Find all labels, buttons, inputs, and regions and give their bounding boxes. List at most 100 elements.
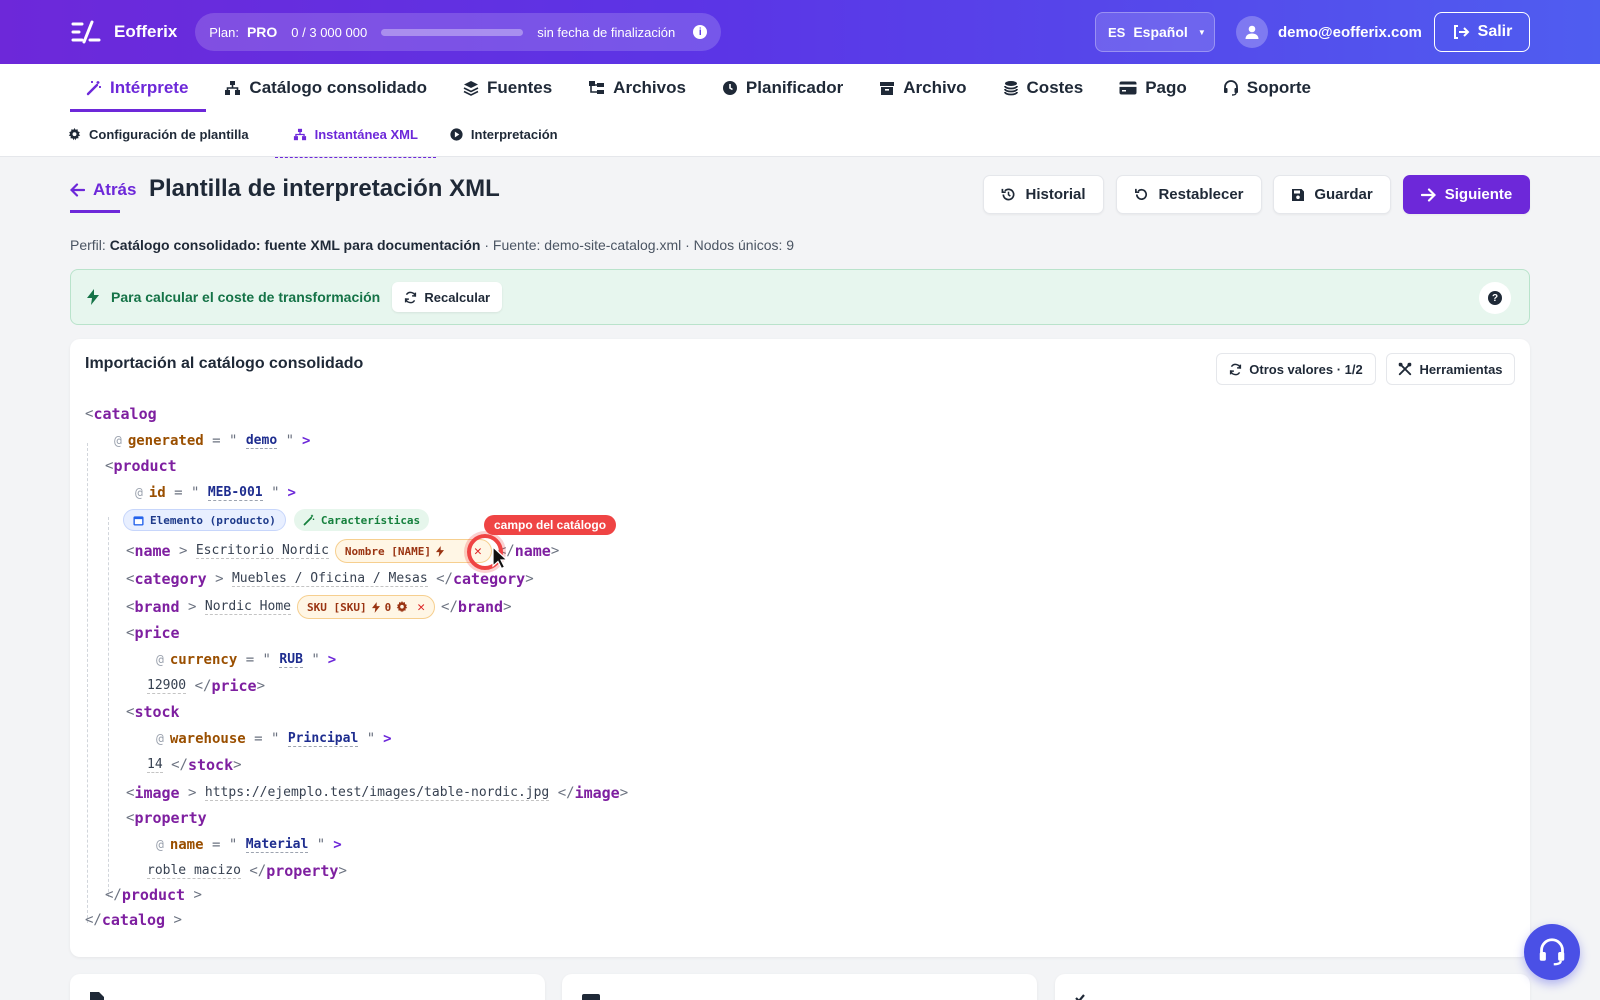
closing-tag-name: stock (187, 756, 234, 774)
gear-icon[interactable] (396, 601, 408, 613)
nav-item-archivo[interactable]: Archivo (861, 64, 984, 112)
xml-closing-catalog[interactable]: </catalog > (85, 909, 182, 931)
chip-count: 0 (384, 600, 392, 614)
xml-node-product[interactable]: < product (105, 455, 177, 477)
features-badge[interactable]: Características (293, 509, 430, 531)
next-button[interactable]: Siguiente (1403, 175, 1530, 214)
plan-usage: 0 / 3 000 000 (291, 24, 368, 40)
xml-node-price[interactable]: < price (126, 622, 180, 644)
xml-node-catalog[interactable]: < catalog (85, 403, 157, 425)
nav-item-soporte[interactable]: Soporte (1205, 64, 1329, 112)
xml-closing-product[interactable]: </product > (105, 884, 202, 906)
nav-item-label: Archivos (613, 78, 686, 97)
node-text: 12900 (147, 678, 187, 694)
tab-label: Configuración de plantilla (89, 126, 249, 142)
tab-label: Interpretación (470, 126, 558, 142)
user-menu[interactable]: demo@eofferix.com (1236, 14, 1422, 50)
nav-item-fuentes[interactable]: Fuentes (445, 64, 570, 112)
xml-attribute[interactable]: @ generated = " demo " > (114, 430, 310, 452)
tooltip: campo del catálogo (484, 515, 617, 535)
recalculate-label: Recalcular (424, 289, 491, 305)
nav-item-catalogo[interactable]: Catálogo consolidado (206, 64, 445, 112)
plan-label: Plan: (209, 24, 239, 40)
clock-icon (722, 81, 737, 95)
tab-instantanea-xml[interactable]: Instantánea XML (274, 112, 437, 158)
nav-item-interprete[interactable]: Intérprete (70, 64, 207, 112)
magic-wand-icon (86, 81, 101, 96)
check-list-icon (1075, 994, 1085, 1000)
attr-value: MEB-001 (207, 485, 263, 501)
xml-attribute[interactable]: @ warehouse = " Principal " > (156, 728, 392, 750)
closing-tag-name: brand (457, 598, 504, 616)
node-text: roble macizo (147, 863, 241, 879)
nav-item-label: Soporte (1246, 78, 1312, 97)
card-icon (582, 994, 600, 1000)
recalculate-button[interactable]: Recalcular (392, 282, 503, 312)
headset-icon (1223, 80, 1238, 96)
xml-node-stock[interactable]: < stock (126, 701, 180, 723)
node-text: Muebles / Oficina / Mesas (231, 571, 428, 587)
features-badge-label: Características (320, 513, 421, 527)
plan-usage-bar (381, 28, 524, 36)
app-name: Eofferix (114, 22, 178, 41)
xml-node-image[interactable]: < image > https://ejemplo.test/images/tab… (126, 780, 628, 806)
gear-icon (68, 127, 81, 140)
xml-node-brand[interactable]: < brand > Nordic Home SKU [SKU] 0 ✕ </brand… (126, 594, 512, 620)
history-icon (1002, 188, 1015, 201)
chevron-down-icon: ▼ (1197, 27, 1206, 37)
mapping-chip[interactable]: SKU [SKU] 0 ✕ (296, 595, 436, 619)
info-icon[interactable]: i (693, 25, 708, 39)
node-text: Escritorio Nordic (195, 543, 329, 559)
nav-item-planificador[interactable]: Planificador (704, 64, 861, 112)
support-chat-button[interactable] (1524, 924, 1580, 980)
nav-item-label: Fuentes (486, 78, 553, 97)
layers-icon (463, 81, 479, 96)
tab-label: Instantánea XML (314, 126, 418, 142)
undo-icon (1135, 188, 1148, 200)
tab-configuracion-plantilla[interactable]: Configuración de plantilla (68, 112, 275, 157)
element-badge[interactable]: Elemento (producto) (123, 509, 286, 531)
attr-name: currency (169, 652, 238, 668)
xml-node-category[interactable]: < category > Muebles / Oficina / Mesas </… (126, 566, 534, 592)
tag-name: property (134, 809, 207, 827)
node-text: 14 (147, 757, 163, 773)
nav-item-pago[interactable]: Pago (1101, 64, 1205, 112)
xml-node-text[interactable]: 12900 </price > (147, 675, 265, 697)
tree-guide (108, 517, 109, 897)
plan-expiry: sin fecha de finalización (537, 24, 676, 40)
xml-node-text[interactable]: roble macizo </property > (147, 860, 347, 882)
language-code: ES (1108, 24, 1126, 40)
profile-info: Perfil: Catálogo consolidado: fuente XML… (70, 237, 794, 253)
back-link[interactable]: Atrás (70, 180, 136, 200)
xml-attribute[interactable]: @ currency = " RUB " > (156, 649, 336, 671)
remove-mapping-icon[interactable]: ✕ (417, 600, 425, 615)
back-underline (70, 210, 120, 213)
magic-wand-icon (303, 514, 315, 526)
save-button[interactable]: Guardar (1273, 175, 1391, 214)
xml-node-text[interactable]: 14 </stock > (147, 754, 242, 776)
nav-item-label: Costes (1026, 78, 1084, 97)
xml-attribute[interactable]: @ id = " MEB-001 " > (135, 482, 296, 504)
tag-name: price (134, 624, 180, 642)
sitemap-icon (293, 128, 306, 140)
tree-guide (87, 443, 88, 923)
tab-interpretacion[interactable]: Interpretación (436, 112, 572, 157)
language-selector[interactable]: ES Español ▼ (1095, 12, 1215, 52)
chip-label: Nombre [NAME] (344, 544, 432, 558)
reset-button[interactable]: Restablecer (1116, 175, 1262, 214)
history-label: Historial (1025, 186, 1086, 203)
xml-node-property[interactable]: < property (126, 807, 207, 829)
logout-button[interactable]: Salir (1434, 12, 1530, 52)
refresh-icon (405, 291, 417, 303)
help-button[interactable]: ? (1479, 282, 1511, 314)
profile-source: · Fuente: demo-site-catalog.xml · Nodos … (484, 237, 795, 253)
nav-item-archivos[interactable]: Archivos (570, 64, 704, 112)
xml-attribute[interactable]: @ name = " Material " > (156, 834, 342, 856)
arrow-right-icon (1420, 187, 1436, 202)
bolt-icon (87, 289, 99, 305)
nav-item-costes[interactable]: Costes (985, 64, 1102, 112)
app-logo[interactable]: Eofferix (70, 20, 177, 44)
plan-value: PRO (246, 24, 278, 40)
main-nav: Intérprete Catálogo consolidado Fuentes … (0, 64, 1600, 112)
history-button[interactable]: Historial (983, 175, 1104, 214)
